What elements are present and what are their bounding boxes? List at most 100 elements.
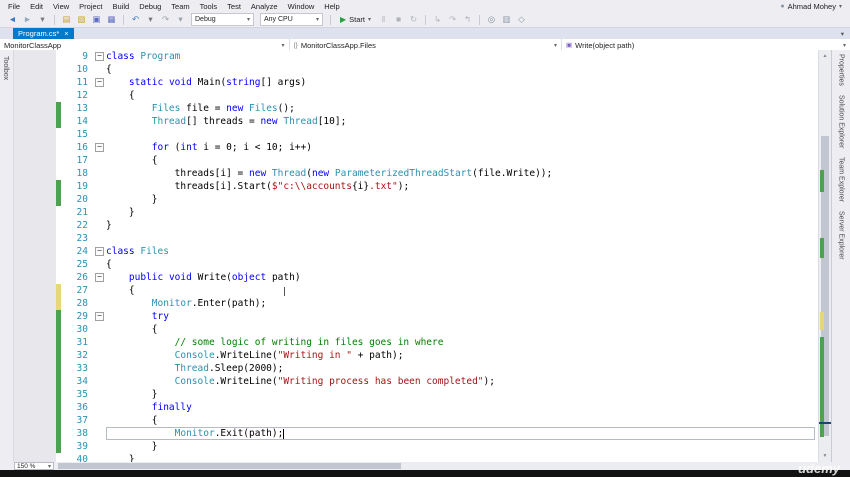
horizontal-scrollbar[interactable] bbox=[58, 462, 820, 470]
line-number[interactable]: 22 bbox=[61, 219, 94, 232]
undo-dropdown-icon[interactable]: ▾ bbox=[144, 13, 157, 26]
pause-icon[interactable]: ‖ bbox=[377, 13, 390, 26]
forward-icon[interactable]: ► bbox=[21, 13, 34, 26]
close-icon[interactable]: × bbox=[64, 30, 68, 38]
code-line-29[interactable]: 29− try bbox=[14, 310, 818, 323]
code-line-17[interactable]: 17 { bbox=[14, 154, 818, 167]
platform-dropdown[interactable]: Any CPU ▾ bbox=[260, 13, 323, 26]
undo-icon[interactable]: ↶ bbox=[129, 13, 142, 26]
line-number[interactable]: 27 bbox=[61, 284, 94, 297]
fold-collapse-icon[interactable]: − bbox=[95, 312, 104, 321]
code-line-24[interactable]: 24− class Files bbox=[14, 245, 818, 258]
line-number[interactable]: 32 bbox=[61, 349, 94, 362]
code-line-39[interactable]: 39 } bbox=[14, 440, 818, 453]
line-number[interactable]: 40 bbox=[61, 453, 94, 462]
menu-item-analyze[interactable]: Analyze bbox=[246, 2, 283, 11]
code-line-36[interactable]: 36 finally bbox=[14, 401, 818, 414]
code-editor[interactable]: 9− class Program 10{11− static void Main(s… bbox=[14, 50, 818, 462]
code-line-16[interactable]: 16− for (int i = 0; i < 10; i++) bbox=[14, 141, 818, 154]
stop-icon[interactable]: ■ bbox=[392, 13, 405, 26]
user-area[interactable]: ● Ahmad Mohey ▾ bbox=[780, 2, 850, 11]
fold-collapse-icon[interactable]: − bbox=[95, 78, 104, 87]
code-line-20[interactable]: 20 } bbox=[14, 193, 818, 206]
line-number[interactable]: 10 bbox=[61, 63, 94, 76]
line-number[interactable]: 18 bbox=[61, 167, 94, 180]
code-line-9[interactable]: 9− class Program bbox=[14, 50, 818, 63]
menu-item-debug[interactable]: Debug bbox=[134, 2, 166, 11]
line-number[interactable]: 14 bbox=[61, 115, 94, 128]
code-line-38[interactable]: 38 Monitor.Exit(path); bbox=[14, 427, 818, 440]
panel-tab-properties[interactable]: Properties bbox=[838, 54, 845, 86]
line-number[interactable]: 29 bbox=[61, 310, 94, 323]
fold-collapse-icon[interactable]: − bbox=[95, 143, 104, 152]
fold-collapse-icon[interactable]: − bbox=[95, 273, 104, 282]
new-file-icon[interactable]: ▤ bbox=[60, 13, 73, 26]
start-debugging-button[interactable]: ▶ Start ▾ bbox=[336, 15, 375, 24]
redo-dropdown-icon[interactable]: ▾ bbox=[174, 13, 187, 26]
line-number[interactable]: 35 bbox=[61, 388, 94, 401]
scrollbar-thumb[interactable] bbox=[58, 463, 401, 469]
code-line-30[interactable]: 30 { bbox=[14, 323, 818, 336]
fold-collapse-icon[interactable]: − bbox=[95, 52, 104, 61]
save-icon[interactable]: ▣ bbox=[90, 13, 103, 26]
bookmark-icon[interactable]: ◇ bbox=[515, 13, 528, 26]
menu-item-build[interactable]: Build bbox=[108, 2, 135, 11]
tab-program-cs[interactable]: Program.cs* × bbox=[13, 28, 74, 39]
step-into-icon[interactable]: ↳ bbox=[431, 13, 444, 26]
panel-tab-team-explorer[interactable]: Team Explorer bbox=[838, 157, 845, 202]
line-number[interactable]: 20 bbox=[61, 193, 94, 206]
line-number[interactable]: 37 bbox=[61, 414, 94, 427]
code-line-10[interactable]: 10 { bbox=[14, 63, 818, 76]
menu-item-file[interactable]: File bbox=[3, 2, 25, 11]
code-line-34[interactable]: 34 Console.WriteLine("Writing process ha… bbox=[14, 375, 818, 388]
open-file-icon[interactable]: ▧ bbox=[75, 13, 88, 26]
line-number[interactable]: 12 bbox=[61, 89, 94, 102]
back-icon[interactable]: ◄ bbox=[6, 13, 19, 26]
code-line-23[interactable]: 23 bbox=[14, 232, 818, 245]
menu-item-team[interactable]: Team bbox=[166, 2, 194, 11]
code-line-27[interactable]: 27 { bbox=[14, 284, 818, 297]
menu-item-view[interactable]: View bbox=[48, 2, 74, 11]
restart-icon[interactable]: ↻ bbox=[407, 13, 420, 26]
menu-item-help[interactable]: Help bbox=[319, 2, 344, 11]
line-number[interactable]: 19 bbox=[61, 180, 94, 193]
code-line-21[interactable]: 21 } bbox=[14, 206, 818, 219]
line-number[interactable]: 33 bbox=[61, 362, 94, 375]
menu-item-test[interactable]: Test bbox=[222, 2, 246, 11]
vertical-scrollbar[interactable]: ▲ ▼ bbox=[818, 50, 831, 462]
code-line-32[interactable]: 32 Console.WriteLine("Writing in " + pat… bbox=[14, 349, 818, 362]
line-number[interactable]: 30 bbox=[61, 323, 94, 336]
code-line-40[interactable]: 40 } bbox=[14, 453, 818, 462]
line-number[interactable]: 38 bbox=[61, 427, 94, 440]
line-number[interactable]: 28 bbox=[61, 297, 94, 310]
code-line-13[interactable]: 13 Files file = new Files(); bbox=[14, 102, 818, 115]
redo-icon[interactable]: ↷ bbox=[159, 13, 172, 26]
code-line-28[interactable]: 28 Monitor.Enter(path); bbox=[14, 297, 818, 310]
zoom-control[interactable]: 150 % ▾ bbox=[14, 462, 54, 470]
menu-item-tools[interactable]: Tools bbox=[195, 2, 223, 11]
document-list-dropdown-icon[interactable]: ▾ bbox=[841, 30, 844, 38]
code-line-12[interactable]: 12 { bbox=[14, 89, 818, 102]
line-number[interactable]: 31 bbox=[61, 336, 94, 349]
line-number[interactable]: 11 bbox=[61, 76, 94, 89]
code-line-33[interactable]: 33 Thread.Sleep(2000); bbox=[14, 362, 818, 375]
line-number[interactable]: 26 bbox=[61, 271, 94, 284]
code-line-18[interactable]: 18 threads[i] = new Thread(new Parameter… bbox=[14, 167, 818, 180]
step-over-icon[interactable]: ↷ bbox=[446, 13, 459, 26]
configuration-dropdown[interactable]: Debug ▾ bbox=[191, 13, 254, 26]
line-number[interactable]: 24 bbox=[61, 245, 94, 258]
code-line-26[interactable]: 26− public void Write(object path) bbox=[14, 271, 818, 284]
panel-tab-toolbox[interactable]: Toolbox bbox=[2, 50, 9, 80]
code-line-11[interactable]: 11− static void Main(string[] args) bbox=[14, 76, 818, 89]
menu-item-project[interactable]: Project bbox=[74, 2, 107, 11]
save-all-icon[interactable]: ▦ bbox=[105, 13, 118, 26]
line-number[interactable]: 36 bbox=[61, 401, 94, 414]
code-line-15[interactable]: 15 bbox=[14, 128, 818, 141]
line-number[interactable]: 13 bbox=[61, 102, 94, 115]
menu-item-window[interactable]: Window bbox=[283, 2, 320, 11]
line-number[interactable]: 17 bbox=[61, 154, 94, 167]
nav-history-dropdown-icon[interactable]: ▾ bbox=[36, 13, 49, 26]
code-line-14[interactable]: 14 Thread[] threads = new Thread[10]; bbox=[14, 115, 818, 128]
panel-tab-solution-explorer[interactable]: Solution Explorer bbox=[838, 95, 845, 148]
find-in-files-icon[interactable]: ◎ bbox=[485, 13, 498, 26]
